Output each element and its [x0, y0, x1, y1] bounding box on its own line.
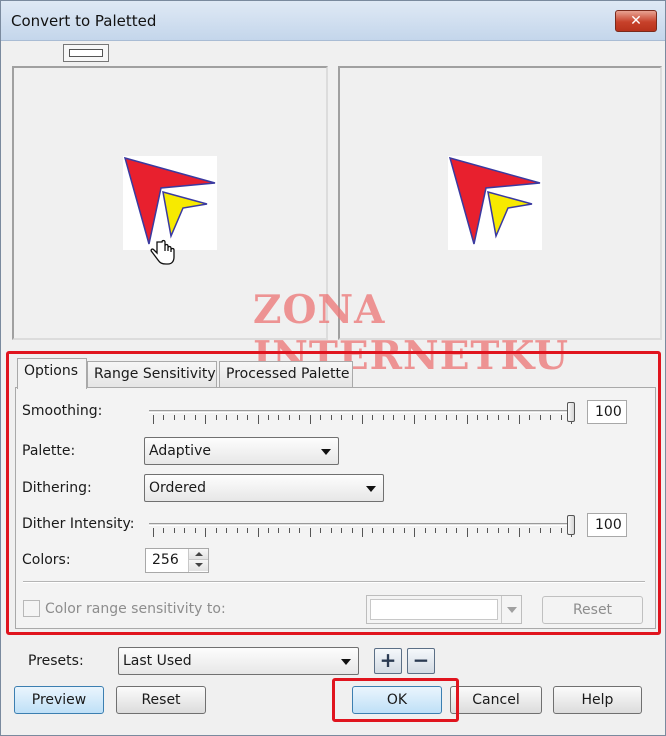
presets-dropdown[interactable]: Last Used [118, 647, 359, 675]
presets-label: Presets: [28, 653, 84, 669]
tab-label: Options [24, 363, 79, 379]
remove-preset-button[interactable]: − [407, 648, 435, 674]
add-preset-button[interactable]: + [374, 648, 402, 674]
cancel-button[interactable]: Cancel [450, 686, 542, 714]
processed-image-thumbnail [448, 156, 542, 250]
split-view-toggle[interactable] [63, 44, 109, 62]
dropdown-arrow-icon [341, 659, 351, 665]
close-button[interactable]: ✕ [615, 10, 657, 32]
remove-preset-icon: − [412, 648, 430, 672]
reset-button[interactable]: Reset [116, 686, 206, 714]
preview-button[interactable]: Preview [14, 686, 104, 714]
convert-to-paletted-dialog: Convert to Paletted ✕ ZONA INTERNETKU Op… [0, 0, 666, 736]
highlight-box-ok [332, 678, 459, 722]
help-button[interactable]: Help [553, 686, 642, 714]
tab-options[interactable]: Options [17, 358, 87, 389]
hand-cursor-icon [148, 238, 176, 270]
presets-value: Last Used [123, 653, 192, 669]
add-preset-icon: + [379, 648, 397, 672]
highlight-box-options [6, 351, 661, 635]
close-icon: ✕ [630, 13, 642, 29]
window-title: Convert to Paletted [11, 12, 157, 30]
title-bar[interactable]: Convert to Paletted ✕ [1, 1, 665, 41]
split-view-icon [69, 49, 103, 57]
original-image-thumbnail [123, 156, 217, 250]
